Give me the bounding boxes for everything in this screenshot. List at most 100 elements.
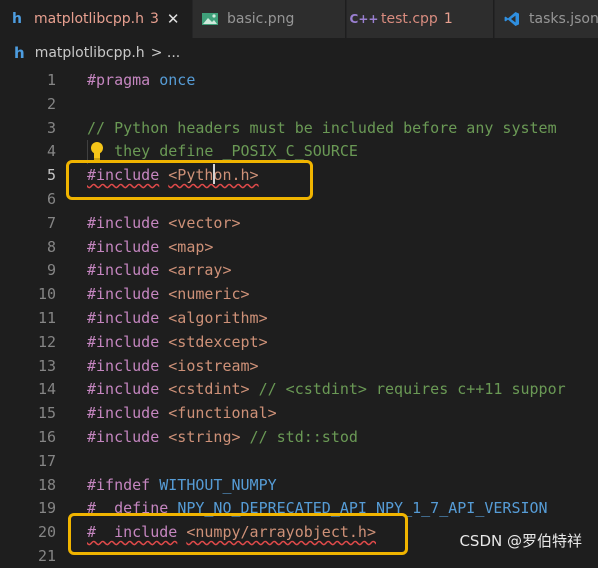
annotation-highlight-box	[66, 160, 313, 200]
code-token: <vector>	[168, 213, 241, 232]
line-number: 19	[37, 499, 56, 518]
code-token: <map>	[168, 237, 214, 256]
code-token: #ifndef	[87, 475, 151, 494]
code-token: <string>	[168, 428, 241, 446]
code-token: #include	[87, 404, 160, 423]
code-text: #ifndef WITHOUT_NUMPY	[87, 473, 277, 497]
tab-label: tasks.json	[529, 11, 598, 27]
image-file-icon	[199, 12, 221, 26]
breadcrumb-file[interactable]: matplotlibcpp.h	[35, 45, 145, 61]
annotation-highlight-box	[68, 513, 408, 555]
line-number: 13	[37, 356, 56, 375]
code-line[interactable]: 8 #include <map>	[0, 235, 598, 259]
line-number: 2	[46, 94, 56, 113]
line-number: 10	[37, 285, 56, 304]
code-token: #include	[87, 332, 160, 351]
code-text: #include <vector>	[87, 211, 241, 235]
watermark: CSDN @罗伯特祥	[459, 532, 582, 550]
code-token: <numeric>	[168, 285, 250, 304]
code-text: #include <string> // std::stod	[87, 425, 358, 449]
tab-label: matplotlibcpp.h	[34, 11, 144, 27]
close-icon[interactable]: ✕	[167, 10, 180, 28]
code-token: #include	[87, 309, 160, 327]
code-text: #pragma once	[87, 68, 195, 92]
line-number: 1	[46, 71, 56, 89]
tab-basic-png[interactable]: basic.png	[193, 0, 346, 38]
line-number: 11	[37, 309, 56, 327]
line-number: 20	[37, 523, 56, 542]
line-number: 9	[46, 261, 56, 280]
code-token: they define _POSIX_C_SOURCE	[87, 142, 358, 161]
line-number: 17	[37, 451, 56, 470]
code-token: #include	[87, 237, 160, 256]
code-token: <array>	[168, 261, 232, 280]
code-token: <algorithm>	[168, 309, 268, 327]
code-line[interactable]: 12 #include <stdexcept>	[0, 330, 598, 354]
code-token: <functional>	[168, 404, 277, 423]
c-header-file-icon: h	[14, 44, 25, 62]
tab-test-cpp[interactable]: C++ test.cpp 1	[347, 0, 494, 38]
code-token: // std::stod	[240, 428, 358, 446]
problem-count-badge: 1	[443, 11, 453, 27]
breadcrumb: h matplotlibcpp.h > ...	[0, 38, 598, 68]
problem-count-badge: 3	[150, 11, 159, 27]
lightbulb-icon[interactable]	[90, 141, 104, 161]
code-token: once	[159, 71, 196, 89]
code-token: #include	[87, 213, 160, 232]
line-number: 16	[37, 428, 56, 446]
code-line[interactable]: 15 #include <functional>	[0, 401, 598, 425]
vscode-icon	[501, 11, 523, 27]
code-line[interactable]: 17	[0, 449, 598, 473]
code-line[interactable]: 16 #include <string> // std::stod	[0, 425, 598, 449]
breadcrumb-more[interactable]: > ...	[151, 45, 181, 61]
line-number: 12	[37, 332, 56, 351]
code-line[interactable]: 2	[0, 92, 598, 116]
code-token: #include	[87, 261, 160, 280]
code-line[interactable]: 13 #include <iostream>	[0, 354, 598, 378]
code-text: #include <stdexcept>	[87, 330, 268, 354]
code-text: #include <functional>	[87, 401, 277, 425]
line-number: 8	[46, 237, 56, 256]
code-line[interactable]: 1 #pragma once	[0, 68, 598, 92]
tab-matplotlibcpp-h[interactable]: h matplotlibcpp.h 3 ✕	[0, 0, 192, 38]
code-line[interactable]: 10 #include <numeric>	[0, 282, 598, 306]
code-token: #include	[87, 380, 160, 399]
code-token: #include	[87, 428, 160, 446]
code-token: <cstdint>	[168, 380, 250, 399]
line-number: 21	[37, 547, 56, 565]
c-header-file-icon: h	[12, 11, 22, 27]
code-line[interactable]: 14 #include <cstdint> // <cstdint> requir…	[0, 377, 598, 401]
line-number: 14	[37, 380, 56, 399]
code-text: #include <cstdint> // <cstdint> requires…	[87, 377, 566, 401]
line-number: 15	[37, 404, 56, 423]
code-token: #pragma	[87, 71, 151, 89]
code-text: #include <array>	[87, 258, 232, 282]
line-number: 7	[46, 213, 56, 232]
code-line[interactable]: 7 #include <vector>	[0, 211, 598, 235]
code-token: #include	[87, 285, 160, 304]
code-text: #include <map>	[87, 235, 213, 259]
tab-label: basic.png	[227, 11, 295, 27]
code-token: <iostream>	[168, 356, 259, 375]
line-number: 6	[46, 190, 56, 208]
code-token: WITHOUT_NUMPY	[159, 475, 277, 494]
code-line[interactable]: 18 #ifndef WITHOUT_NUMPY	[0, 473, 598, 497]
code-token: #include	[87, 356, 160, 375]
code-line[interactable]: 9 #include <array>	[0, 258, 598, 282]
code-token: <stdexcept>	[168, 332, 268, 351]
line-number: 3	[46, 118, 56, 137]
code-line[interactable]: 11 #include <algorithm>	[0, 306, 598, 330]
tab-bar: h matplotlibcpp.h 3 ✕ basic.png C++ test…	[0, 0, 598, 38]
code-token: // Python headers must be included befor…	[87, 118, 557, 137]
tab-tasks-json[interactable]: tasks.json	[495, 0, 598, 38]
code-line[interactable]: 3 // Python headers must be included befo…	[0, 116, 598, 140]
